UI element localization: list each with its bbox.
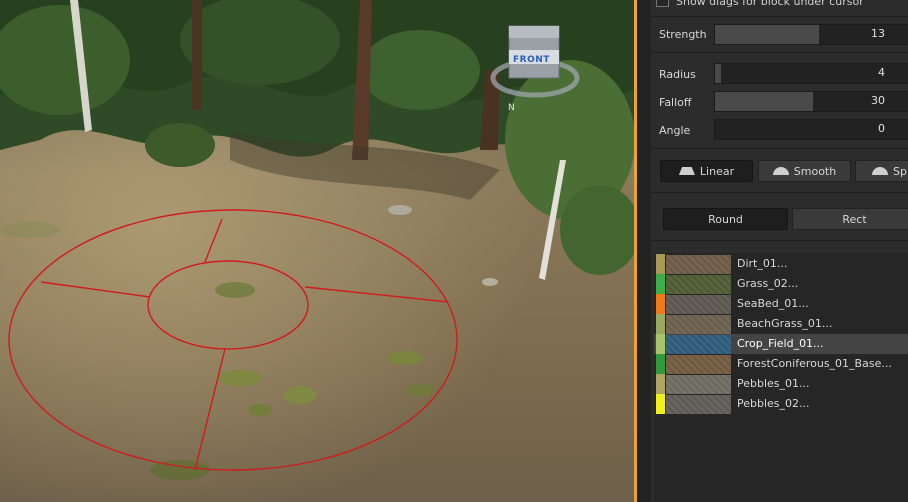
shape-round-label: Round xyxy=(708,213,743,226)
linear-curve-icon xyxy=(678,167,695,175)
gizmo-icon xyxy=(490,25,580,98)
texture-layer-row[interactable]: Dirt_01... xyxy=(654,254,908,274)
texture-layer-row[interactable]: BeachGrass_01... xyxy=(654,314,908,334)
layer-color-swatch xyxy=(656,334,665,354)
layer-color-swatch xyxy=(656,394,665,414)
paint-tool-panel: Show diags for block under cursor Streng… xyxy=(637,0,908,502)
radius-value: 4 xyxy=(878,66,885,79)
layer-color-swatch xyxy=(656,374,665,394)
angle-value: 0 xyxy=(878,122,885,135)
strength-value: 13 xyxy=(871,27,885,40)
spherical-curve-icon xyxy=(872,167,888,175)
layer-name: SeaBed_01... xyxy=(737,297,809,310)
section-divider xyxy=(651,192,908,193)
angle-label: Angle xyxy=(659,124,691,137)
section-divider xyxy=(651,240,908,241)
smooth-curve-icon xyxy=(772,167,789,175)
texture-layer-list: Dirt_01... Grass_02... SeaBed_01... BeachGr… xyxy=(654,253,908,502)
layer-texture-thumbnail xyxy=(666,335,731,354)
layer-name: ForestConiferous_01_Base... xyxy=(737,357,892,370)
falloff-linear-label: Linear xyxy=(699,165,735,178)
layer-color-swatch xyxy=(656,254,665,274)
diag-checkbox[interactable] xyxy=(656,0,669,7)
radius-slider-fill xyxy=(715,64,721,83)
gizmo-face-label: FRONT xyxy=(513,55,550,65)
angle-slider[interactable]: 0 xyxy=(714,119,908,140)
texture-layer-row[interactable]: Pebbles_01... xyxy=(654,374,908,394)
falloff-spherical-label: Sp xyxy=(893,165,907,178)
terrain-viewport[interactable]: FRONT N xyxy=(0,0,634,502)
layer-name: BeachGrass_01... xyxy=(737,317,833,330)
layer-texture-thumbnail xyxy=(666,255,731,274)
view-orientation-gizmo[interactable]: FRONT N xyxy=(488,20,583,115)
falloff-slider[interactable]: 30 xyxy=(714,91,908,112)
layer-color-swatch xyxy=(656,314,665,334)
falloff-spherical-button[interactable]: Sp xyxy=(855,160,908,182)
layer-texture-thumbnail xyxy=(666,295,731,314)
texture-layer-row[interactable]: Pebbles_02... xyxy=(654,394,908,414)
layer-color-swatch xyxy=(656,294,665,314)
texture-layer-row[interactable]: ForestConiferous_01_Base... xyxy=(654,354,908,374)
texture-layer-row[interactable]: SeaBed_01... xyxy=(654,294,908,314)
gizmo-axis-label: N xyxy=(508,103,515,113)
shape-rect-button[interactable]: Rect xyxy=(792,208,908,230)
layer-name: Dirt_01... xyxy=(737,257,788,270)
falloff-linear-button[interactable]: Linear xyxy=(660,160,753,182)
layer-texture-thumbnail xyxy=(666,375,731,394)
strength-label: Strength xyxy=(659,28,707,41)
section-divider xyxy=(651,52,908,53)
falloff-value: 30 xyxy=(871,94,885,107)
section-divider xyxy=(651,148,908,149)
falloff-slider-fill xyxy=(715,92,813,111)
layer-name: Crop_Field_01... xyxy=(737,337,824,350)
diag-checkbox-label: Show diags for block under cursor xyxy=(676,0,864,8)
radius-slider[interactable]: 4 xyxy=(714,63,908,84)
strength-slider-fill xyxy=(715,25,819,44)
section-divider xyxy=(651,16,908,17)
texture-layer-row[interactable]: Grass_02... xyxy=(654,274,908,294)
layer-color-swatch xyxy=(656,354,665,374)
layer-texture-thumbnail xyxy=(666,315,731,334)
radius-label: Radius xyxy=(659,68,696,81)
shape-rect-label: Rect xyxy=(842,213,867,226)
layer-name: Grass_02... xyxy=(737,277,799,290)
shape-round-button[interactable]: Round xyxy=(663,208,788,230)
falloff-label: Falloff xyxy=(659,96,692,109)
layer-name: Pebbles_01... xyxy=(737,377,810,390)
layer-texture-thumbnail xyxy=(666,275,731,294)
panel-scrollbar[interactable] xyxy=(637,0,651,502)
falloff-smooth-label: Smooth xyxy=(793,165,837,178)
layer-color-swatch xyxy=(656,274,665,294)
falloff-smooth-button[interactable]: Smooth xyxy=(758,160,851,182)
texture-layer-row[interactable]: Crop_Field_01... xyxy=(654,334,908,354)
strength-slider[interactable]: 13 xyxy=(714,24,908,45)
layer-name: Pebbles_02... xyxy=(737,397,810,410)
layer-texture-thumbnail xyxy=(666,355,731,374)
layer-texture-thumbnail xyxy=(666,395,731,414)
